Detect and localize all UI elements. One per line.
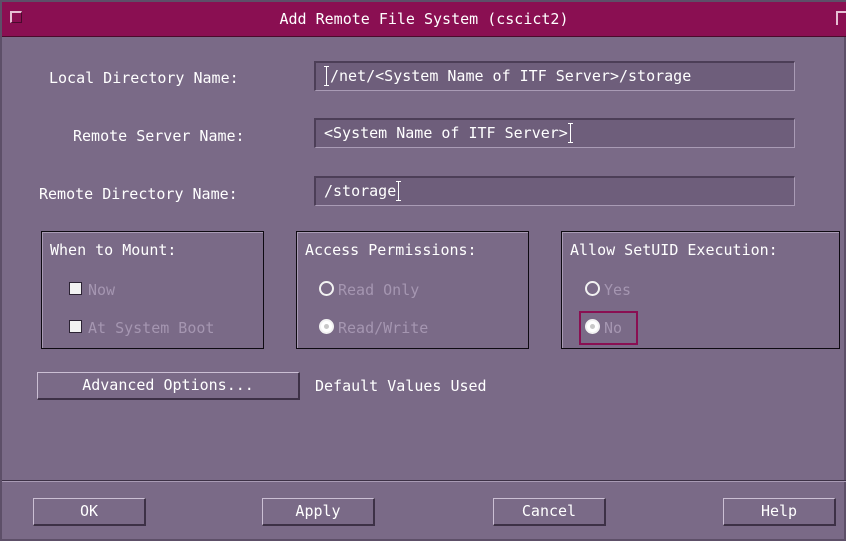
remote-directory-value: /storage (324, 182, 397, 200)
when-to-mount-group: When to Mount: Now At System Boot (41, 231, 264, 349)
local-directory-input[interactable]: /net/<System Name of ITF Server>/storage (314, 61, 795, 91)
window-title: Add Remote File System (cscict2) (279, 10, 569, 28)
read-write-label: Read/Write (338, 319, 429, 337)
remote-server-value: <System Name of ITF Server> (324, 124, 568, 142)
apply-button[interactable]: Apply (262, 498, 375, 526)
radio-selected-icon (319, 319, 334, 334)
radio-icon (585, 281, 600, 296)
text-cursor-icon (567, 123, 574, 143)
when-to-mount-title: When to Mount: (50, 241, 177, 259)
text-cursor-icon (324, 66, 330, 86)
remote-directory-label: Remote Directory Name: (39, 185, 238, 203)
checkbox-icon (69, 320, 82, 333)
setuid-group: Allow SetUID Execution: Yes No (561, 231, 840, 349)
checkbox-icon (69, 282, 82, 295)
maximize-icon[interactable] (836, 11, 846, 25)
setuid-title: Allow SetUID Execution: (570, 241, 778, 259)
mount-now-checkbox[interactable]: Now (69, 281, 115, 299)
remote-server-input[interactable]: <System Name of ITF Server> (314, 118, 795, 148)
help-button[interactable]: Help (723, 498, 836, 526)
read-write-radio[interactable]: Read/Write (319, 319, 428, 337)
read-only-label: Read Only (338, 281, 420, 299)
mount-boot-checkbox[interactable]: At System Boot (69, 319, 214, 337)
access-permissions-group: Access Permissions: Read Only Read/Write (296, 231, 529, 349)
remote-directory-input[interactable]: /storage (314, 176, 795, 206)
local-directory-label: Local Directory Name: (49, 69, 239, 87)
remote-server-label: Remote Server Name: (73, 127, 245, 145)
radio-icon (319, 281, 334, 296)
access-permissions-title: Access Permissions: (305, 241, 477, 259)
mount-boot-label: At System Boot (88, 319, 215, 337)
cancel-button[interactable]: Cancel (493, 498, 606, 526)
mount-now-label: Now (88, 281, 116, 299)
local-directory-value: /net/<System Name of ITF Server>/storage (330, 67, 692, 85)
focus-indicator (579, 311, 638, 345)
button-separator (2, 480, 846, 482)
advanced-status-text: Default Values Used (315, 377, 487, 395)
ok-button[interactable]: OK (33, 498, 146, 526)
setuid-yes-label: Yes (604, 281, 632, 299)
advanced-options-button[interactable]: Advanced Options... (37, 372, 300, 400)
title-bar[interactable]: Add Remote File System (cscict2) (2, 2, 846, 37)
read-only-radio[interactable]: Read Only (319, 281, 419, 299)
setuid-yes-radio[interactable]: Yes (585, 281, 631, 299)
text-cursor-icon (396, 181, 402, 201)
dialog-window: Add Remote File System (cscict2) Local D… (0, 0, 846, 541)
